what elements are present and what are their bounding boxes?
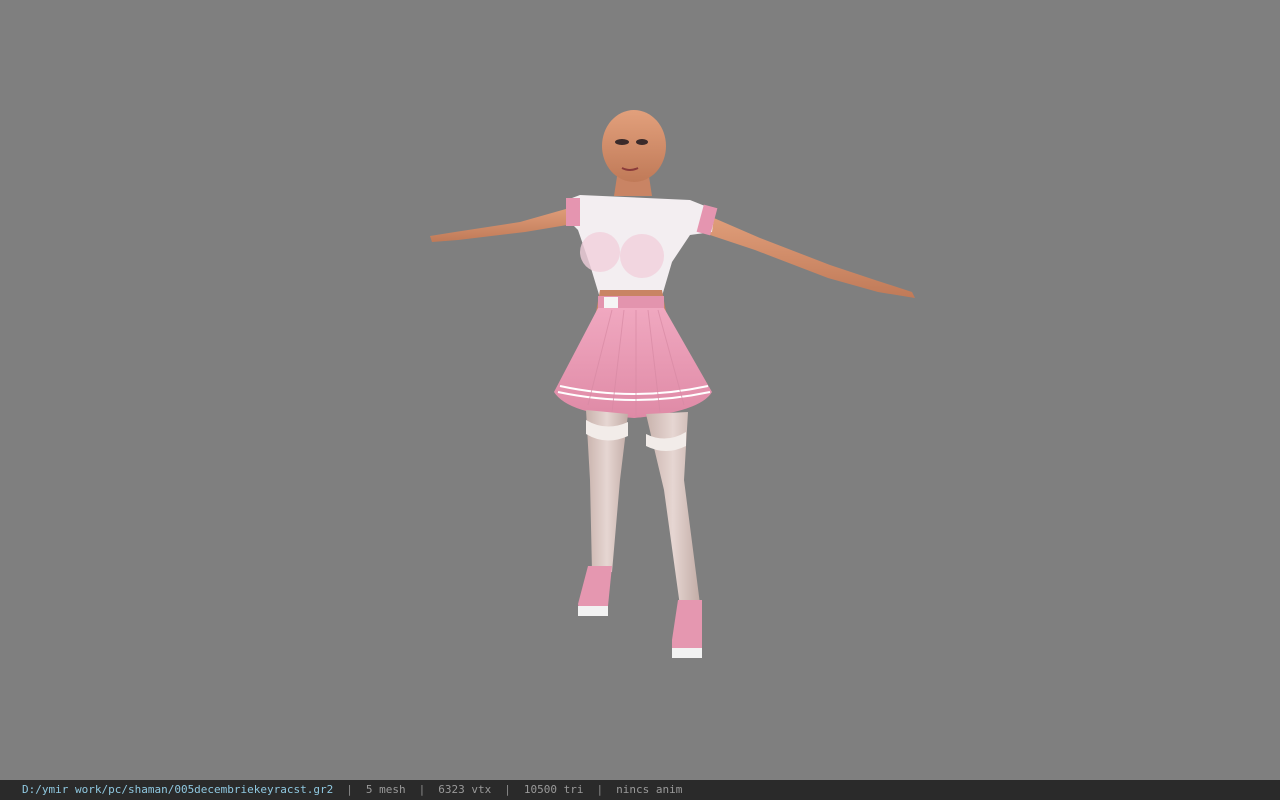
triangle-count: 10500 tri	[523, 783, 584, 796]
animation-status: nincs anim	[616, 783, 683, 796]
separator: |	[346, 783, 353, 796]
head	[602, 110, 666, 182]
vertex-count: 6323 vtx	[438, 783, 492, 796]
right-arm	[695, 212, 915, 298]
right-shoe	[672, 600, 702, 654]
character-model[interactable]	[0, 0, 1280, 780]
mesh-count: 5 mesh	[365, 783, 406, 796]
separator: |	[504, 783, 511, 796]
3d-viewport[interactable]	[0, 0, 1280, 780]
separator: |	[596, 783, 604, 796]
separator: |	[418, 783, 426, 796]
pleated-skirt	[554, 308, 712, 418]
left-arm	[430, 205, 585, 242]
status-bar: D:/ymir work/pc/shaman/005decembriekeyra…	[0, 780, 1280, 800]
file-path: D:/ymir work/pc/shaman/005decembriekeyra…	[22, 783, 334, 796]
